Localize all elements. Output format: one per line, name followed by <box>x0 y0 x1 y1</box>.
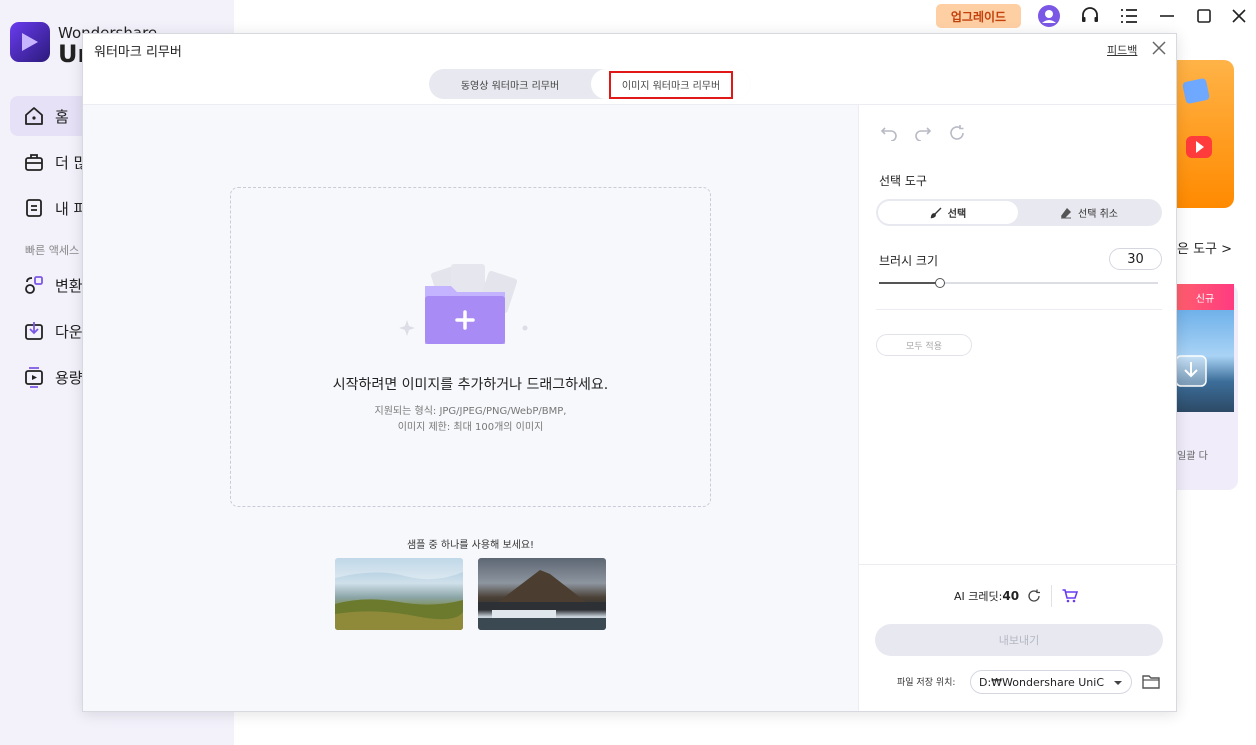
sample-image-mountain-waterfall[interactable] <box>478 558 606 630</box>
compress-icon <box>23 366 45 388</box>
dropzone-instruction: 시작하려면 이미지를 추가하거나 드래그하세요. <box>332 377 609 393</box>
close-window-icon[interactable] <box>1226 3 1252 29</box>
save-location-dropdown[interactable]: D:₩Wondershare UniConverter <box>970 670 1132 694</box>
dropzone-formats: 지원되는 형식: JPG/JPEG/PNG/WebP/BMP, <box>374 406 567 417</box>
toolbox-icon <box>23 151 45 173</box>
app-logo <box>10 22 50 62</box>
quick-access-heading: 빠른 액세스 <box>25 244 80 257</box>
brush-size-slider-fill <box>879 282 940 284</box>
promo-card[interactable] <box>1176 60 1234 208</box>
work-area: 시작하려면 이미지를 추가하거나 드래그하세요. 지원되는 형식: JPG/JP… <box>83 105 858 711</box>
history-controls <box>879 123 967 143</box>
promo-new-badge: 신규 <box>1176 284 1234 310</box>
brush-icon <box>930 207 942 219</box>
brush-size-label: 브러시 크기 <box>879 254 939 268</box>
maximize-icon[interactable] <box>1191 3 1217 29</box>
convert-icon <box>23 274 45 296</box>
sidebar-item-label: 용량 <box>55 368 83 387</box>
more-tools-link[interactable]: 은 도구 > <box>1177 238 1232 257</box>
cart-icon[interactable] <box>1062 589 1079 603</box>
ai-credit-row: AI 크레딧: 40 <box>954 585 1079 607</box>
select-tool-toggle: 선택 선택 취소 <box>876 199 1162 226</box>
promo-image[interactable] <box>1175 310 1234 412</box>
save-location-label: 파일 저장 위치: <box>897 678 956 688</box>
upgrade-button[interactable]: 업그레이드 <box>936 4 1021 28</box>
ai-credit-label: AI 크레딧: <box>954 590 1003 603</box>
panel-divider <box>876 309 1162 310</box>
tab-video-watermark-remover[interactable]: 동영상 워터마크 리무버 <box>429 69 591 99</box>
select-tool-label: 선택 도구 <box>879 174 927 188</box>
brush-size-slider-thumb[interactable] <box>935 278 945 288</box>
dialog-title: 워터마크 리무버 <box>94 45 182 60</box>
minimize-icon[interactable] <box>1154 3 1180 29</box>
chevron-down-icon <box>1113 677 1123 690</box>
account-avatar-icon[interactable] <box>1036 3 1062 29</box>
panel-bottom-divider <box>859 564 1177 565</box>
menu-icon[interactable] <box>1116 3 1142 29</box>
open-folder-icon[interactable] <box>1140 670 1162 692</box>
watermark-remover-dialog: 워터마크 리무버 피드백 동영상 워터마크 리무버 이미지 워터마크 리무버 시… <box>82 33 1177 712</box>
deselect-label: 선택 취소 <box>1078 209 1118 220</box>
dropzone-limit: 이미지 제한: 최대 100개의 이미지 <box>397 422 544 433</box>
eraser-icon <box>1060 207 1072 219</box>
sidebar-item-label: 홈 <box>55 107 69 126</box>
sidebar-item-label: 변환 <box>55 276 83 295</box>
apply-all-button[interactable]: 모두 적용 <box>876 334 972 356</box>
image-dropzone[interactable]: 시작하려면 이미지를 추가하거나 드래그하세요. 지원되는 형식: JPG/JP… <box>230 187 711 507</box>
save-location-value: D:₩Wondershare UniConverter <box>979 675 1104 689</box>
reset-icon[interactable] <box>947 123 967 143</box>
export-button[interactable]: 내보내기 <box>875 624 1163 656</box>
credit-separator <box>1051 585 1053 607</box>
redo-icon[interactable] <box>913 123 933 143</box>
sidebar-item-label: 다운 <box>55 322 83 341</box>
brush-size-input[interactable]: 30 <box>1109 248 1162 270</box>
select-label: 선택 <box>947 209 967 220</box>
tab-image-watermark-remover[interactable]: 이미지 워터마크 리무버 <box>591 69 751 99</box>
feedback-link[interactable]: 피드백 <box>1107 42 1137 58</box>
download-icon <box>23 320 45 342</box>
support-headset-icon[interactable] <box>1077 3 1103 29</box>
mode-tabs: 동영상 워터마크 리무버 이미지 워터마크 리무버 <box>429 69 751 99</box>
refresh-icon[interactable] <box>1027 589 1041 603</box>
select-brush-button[interactable]: 선택 <box>878 201 1018 224</box>
home-icon <box>23 105 45 127</box>
file-icon <box>23 197 45 219</box>
add-folder-icon <box>399 260 539 350</box>
settings-panel: 선택 도구 선택 선택 취소 브러시 크기 30 모두 적용 AI 크레딧: 4… <box>858 105 1177 711</box>
promo-text: 일괄 다 <box>1177 451 1208 462</box>
sample-label: 샘플 중 하나를 사용해 보세요! <box>406 540 535 551</box>
sample-image-grassland[interactable] <box>335 558 463 630</box>
deselect-eraser-button[interactable]: 선택 취소 <box>1018 201 1160 224</box>
undo-icon[interactable] <box>879 123 899 143</box>
ai-credit-value: 40 <box>1002 589 1020 603</box>
close-icon[interactable] <box>1149 38 1169 58</box>
